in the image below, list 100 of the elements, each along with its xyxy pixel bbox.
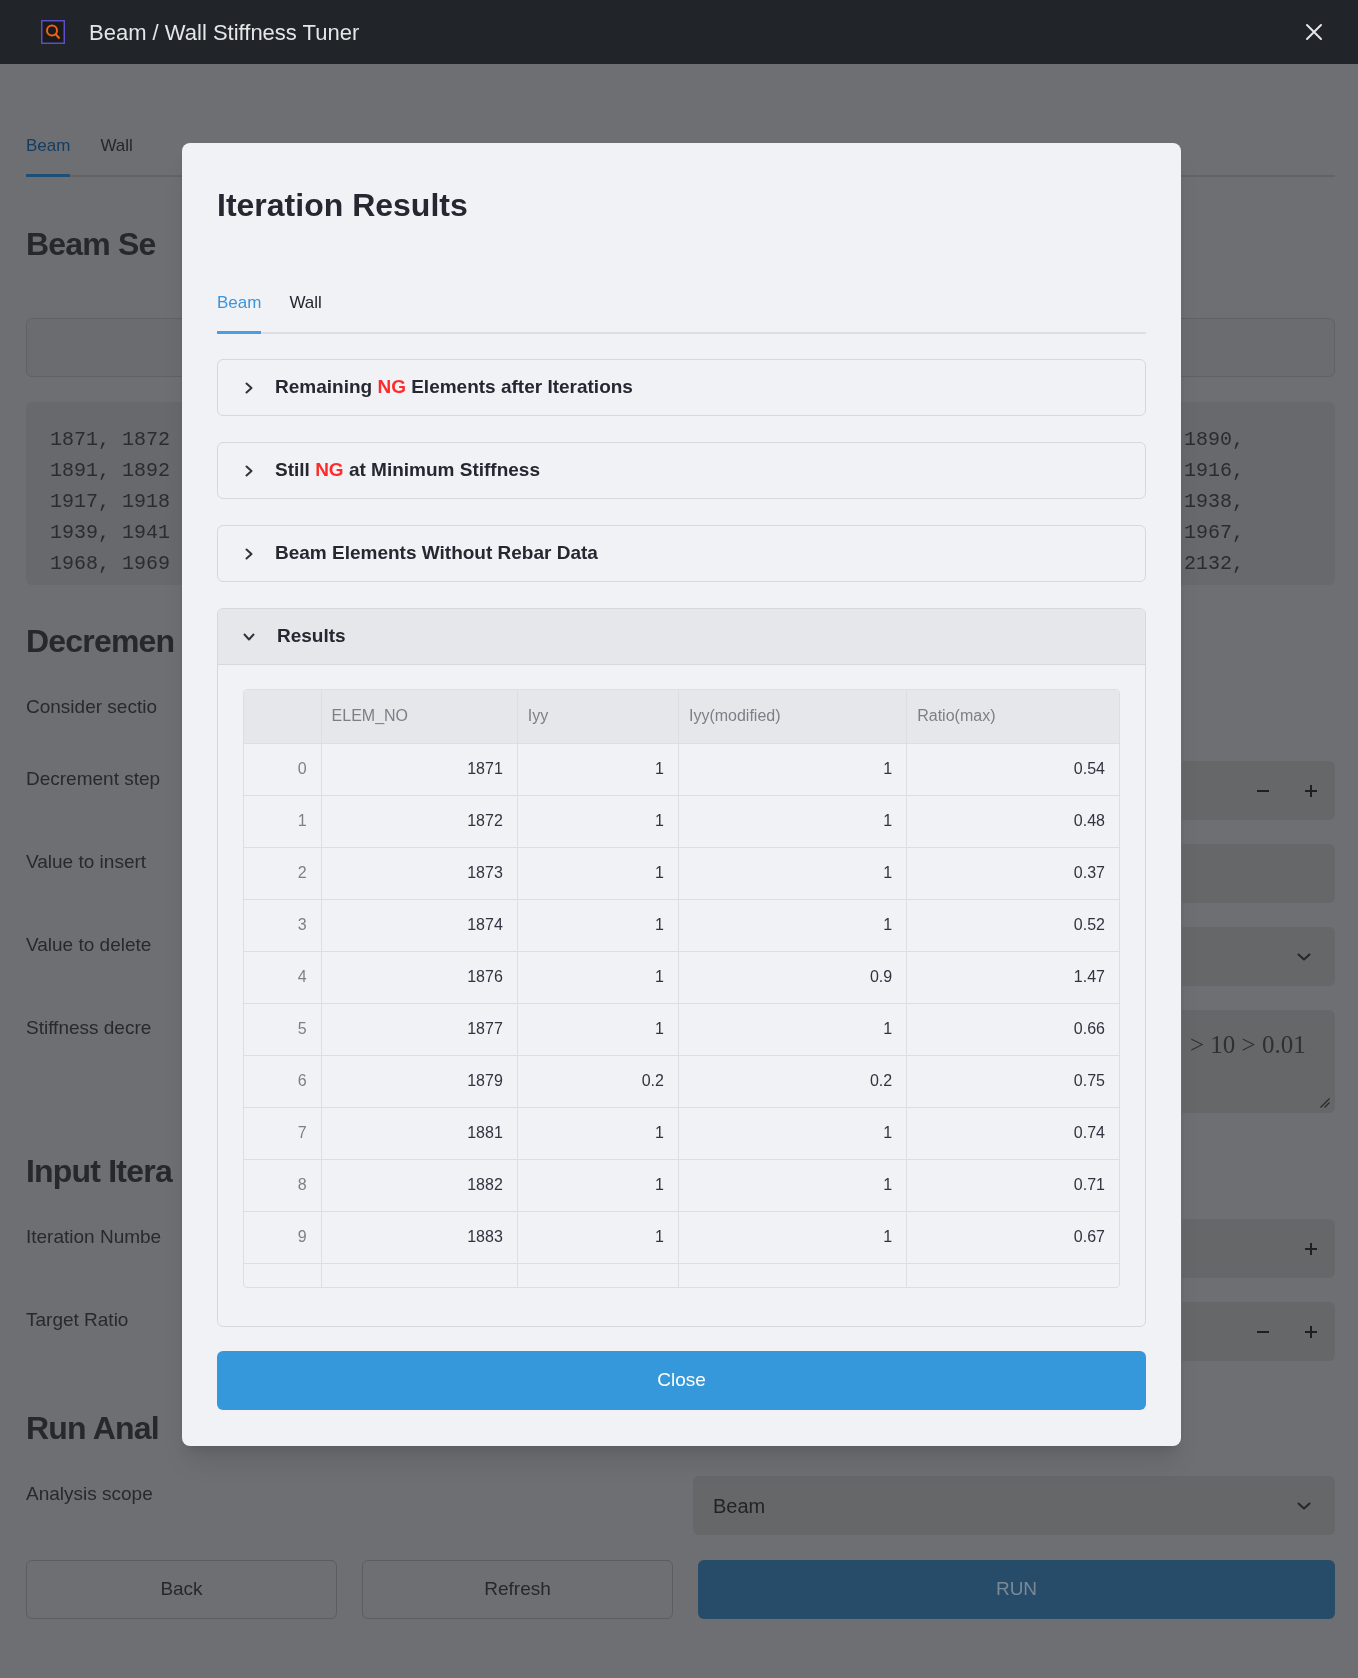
section-heading: Run Anal [26, 1409, 159, 1448]
table-cell: 1 [517, 1107, 679, 1159]
table-cell: 1874 [321, 899, 518, 951]
field-label: Consider sectio [26, 695, 157, 719]
number-field[interactable] [1182, 1219, 1335, 1278]
table-cell: 1 [517, 899, 679, 951]
column-header: ELEM_NO [321, 690, 518, 743]
number-field[interactable] [1182, 1302, 1335, 1361]
table-cell: 0.48 [906, 795, 1119, 847]
code-text: 1890, [1184, 427, 1244, 453]
row-index: 4 [244, 951, 322, 1003]
row-index: 9 [244, 1211, 322, 1263]
table-cell: 1.47 [906, 951, 1119, 1003]
primary-button[interactable]: RUN [698, 1560, 1335, 1619]
table-cell: 0.71 [906, 1159, 1119, 1211]
table-cell: 1872 [321, 795, 518, 847]
table-cell: 1 [678, 1211, 907, 1263]
row-index: 7 [244, 1107, 322, 1159]
chevron-right-icon [245, 547, 253, 560]
secondary-button[interactable]: Back [26, 1560, 337, 1619]
row-index: 3 [244, 899, 322, 951]
table-cell: 1 [678, 1107, 907, 1159]
table-cell: 1 [517, 847, 679, 899]
table-cell: 0.37 [906, 847, 1119, 899]
expander-header[interactable]: Still NG at Minimum Stiffness [218, 443, 1145, 498]
row-index: 1 [244, 795, 322, 847]
column-header: Iyy(modified) [678, 690, 907, 743]
field-label: Value to insert [26, 850, 147, 874]
table-cell: 1 [678, 743, 907, 795]
resize-handle-icon [1320, 1098, 1330, 1108]
chevron-right-icon [245, 464, 253, 477]
dialog-title: Iteration Results [217, 187, 468, 223]
chevron-down-icon [1297, 952, 1311, 961]
increment-button[interactable] [1303, 782, 1319, 799]
table-cell: 1883 [321, 1211, 518, 1263]
tab[interactable]: Wall [289, 293, 322, 334]
table-cell: 1876 [321, 951, 518, 1003]
expander-header[interactable]: Remaining NG Elements after Iterations [218, 360, 1145, 415]
table-cell: 1 [517, 1159, 679, 1211]
tab[interactable]: Beam [217, 293, 262, 334]
tab[interactable]: Beam [26, 136, 71, 177]
table-cell: 1 [517, 1211, 679, 1263]
table-cell: 1 [678, 1003, 907, 1055]
table-cell: 1 [678, 847, 907, 899]
row-index: 8 [244, 1159, 322, 1211]
field-label: Iteration Numbe [26, 1225, 162, 1249]
code-text: 1916, [1184, 458, 1244, 484]
plus-icon [1305, 1325, 1317, 1338]
code-text: 1938, [1184, 489, 1244, 515]
section-heading: Decremen [26, 622, 175, 661]
tab[interactable]: Wall [100, 136, 133, 177]
code-text: 1871, 1872 [50, 427, 171, 453]
code-text: 1968, 1969 [50, 551, 171, 577]
field-label: Decrement step [26, 767, 161, 791]
code-text: 1891, 1892 [50, 458, 171, 484]
number-field[interactable] [1182, 761, 1335, 820]
close-icon [1305, 23, 1323, 41]
table-cell: 1877 [321, 1003, 518, 1055]
code-text: 1917, 1918 [50, 489, 171, 515]
table-cell: 0.2 [678, 1055, 907, 1107]
magnifier-icon [41, 20, 65, 44]
code-text: 2132, [1184, 551, 1244, 577]
close-button[interactable]: Close [217, 1351, 1146, 1410]
table-cell: 1879 [321, 1055, 518, 1107]
section-heading: Beam Se [26, 225, 156, 264]
increment-button[interactable] [1303, 1240, 1319, 1257]
field-label: Stiffness decre [26, 1016, 152, 1040]
select-field[interactable]: Beam [693, 1476, 1335, 1535]
column-header: Ratio(max) [906, 690, 1119, 743]
table-cell: 1 [517, 743, 679, 795]
table-cell: 0.54 [906, 743, 1119, 795]
code-text: 1967, [1184, 520, 1244, 546]
table-cell: 1873 [321, 847, 518, 899]
chevron-right-icon [245, 381, 253, 394]
table-cell: 1 [678, 899, 907, 951]
expander-header[interactable]: Results [218, 609, 1145, 665]
increment-button[interactable] [1303, 1323, 1319, 1340]
secondary-button[interactable]: Refresh [362, 1560, 673, 1619]
field-label: Analysis scope [26, 1482, 153, 1506]
row-index: 0 [244, 743, 322, 795]
chevron-down-icon [1297, 1501, 1311, 1510]
table-cell: 1 [678, 1159, 907, 1211]
field-label: Value to delete [26, 933, 152, 957]
input-field[interactable] [1182, 844, 1335, 903]
table-cell: 0.67 [906, 1211, 1119, 1263]
expander-header[interactable]: Beam Elements Without Rebar Data [218, 526, 1145, 581]
minus-icon [1257, 1330, 1269, 1333]
table-cell: 0.66 [906, 1003, 1119, 1055]
table-cell: 0.75 [906, 1055, 1119, 1107]
window-title: Beam / Wall Stiffness Tuner [89, 18, 360, 47]
table-cell: 1881 [321, 1107, 518, 1159]
row-index: 6 [244, 1055, 322, 1107]
table-cell: 0.2 [517, 1055, 679, 1107]
minus-icon [1257, 789, 1269, 792]
code-text: 1939, 1941 [50, 520, 171, 546]
table-cell: 0.52 [906, 899, 1119, 951]
select-field[interactable] [1182, 927, 1335, 986]
table-cell: 0.74 [906, 1107, 1119, 1159]
table-cell: 1 [678, 795, 907, 847]
table-cell: 0.9 [678, 951, 907, 1003]
